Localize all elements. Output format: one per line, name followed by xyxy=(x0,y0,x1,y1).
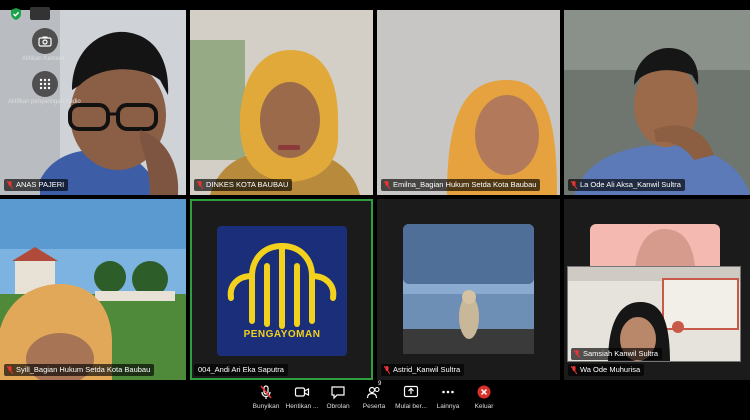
participant-video xyxy=(0,199,186,380)
muted-mic-icon xyxy=(260,385,272,399)
grid-icon xyxy=(39,78,51,90)
participant-tile[interactable]: Syill_Bagian Hukum Setda Kota Baubau xyxy=(0,199,186,380)
self-view-tile[interactable]: Samsiah Kanwil Sultra xyxy=(567,266,741,362)
more-dots-icon xyxy=(442,390,454,394)
participant-avatar-image xyxy=(403,224,534,354)
encryption-shield-icon[interactable] xyxy=(9,7,23,21)
participant-video xyxy=(190,10,373,195)
muted-mic-icon xyxy=(574,350,580,358)
participant-tile[interactable]: La Ode Ali Aksa_Kanwil Sultra xyxy=(564,10,750,195)
unmute-button[interactable]: Bunyikan xyxy=(246,382,286,416)
camera-icon xyxy=(38,36,52,47)
leave-button[interactable]: Keluar xyxy=(464,382,504,416)
participant-name: Samsiah Kanwil Sultra xyxy=(571,348,663,360)
participant-name: Astrid_Kanwil Sultra xyxy=(381,364,465,376)
switch-camera-label: Alihkan Kamera xyxy=(22,56,65,62)
chat-button[interactable]: Obrolan xyxy=(318,382,358,416)
participant-tile[interactable]: Emilna_Bagian Hukum Setda Kota Baubau xyxy=(377,10,560,195)
audio-filter-button[interactable] xyxy=(32,71,58,97)
participant-name: 004_Andi Ari Eka Saputra xyxy=(194,364,288,376)
participants-button[interactable]: 9 Peserta xyxy=(354,381,394,416)
view-toggle-icon[interactable] xyxy=(30,7,50,20)
active-speaker-tile[interactable]: PENGAYOMAN 004_Andi Ari Eka Saputra xyxy=(190,199,373,380)
audio-filter-label: Aktifkan penyaringan Audio xyxy=(8,99,81,105)
participant-video xyxy=(377,10,560,195)
video-camera-icon xyxy=(294,387,310,397)
participant-name: Syill_Bagian Hukum Setda Kota Baubau xyxy=(4,364,155,376)
pengayoman-logo: PENGAYOMAN xyxy=(217,226,347,356)
leave-x-icon xyxy=(477,385,491,399)
muted-mic-icon xyxy=(384,181,390,189)
muted-mic-icon xyxy=(571,181,577,189)
participant-name: La Ode Ali Aksa_Kanwil Sultra xyxy=(568,179,685,191)
participant-video xyxy=(564,10,750,195)
participants-count: 9 xyxy=(378,381,382,387)
more-button[interactable]: Lainnya xyxy=(428,382,468,416)
participant-tile[interactable]: Astrid_Kanwil Sultra xyxy=(377,199,560,380)
participant-name: Wa Ode Muhurisa xyxy=(568,364,645,376)
meeting-toolbar: Bunyikan Hentikan ... Obrolan 9 Peserta … xyxy=(0,380,750,420)
share-screen-button[interactable]: Mulai ber... xyxy=(391,382,431,416)
participant-tile[interactable]: DINKES KOTA BAUBAU xyxy=(190,10,373,195)
stop-video-button[interactable]: Hentikan ... xyxy=(282,382,322,416)
participant-name: DINKES KOTA BAUBAU xyxy=(194,179,293,191)
participant-name: ANAS PAJERI xyxy=(4,179,69,191)
switch-camera-button[interactable] xyxy=(32,28,58,54)
logo-caption: PENGAYOMAN xyxy=(243,329,321,340)
muted-mic-icon xyxy=(7,181,13,189)
participant-name: Emilna_Bagian Hukum Setda Kota Baubau xyxy=(381,179,541,191)
top-bar xyxy=(0,0,750,10)
participant-tile[interactable]: Alihkan Kamera Aktifkan penyaringan Audi… xyxy=(0,10,186,195)
share-arrow-icon xyxy=(403,385,419,398)
muted-mic-icon xyxy=(571,366,577,374)
muted-mic-icon xyxy=(7,366,13,374)
muted-mic-icon xyxy=(197,181,203,189)
chat-bubble-icon xyxy=(331,386,345,400)
muted-mic-icon xyxy=(384,366,390,374)
tree-logo-icon xyxy=(227,243,337,329)
